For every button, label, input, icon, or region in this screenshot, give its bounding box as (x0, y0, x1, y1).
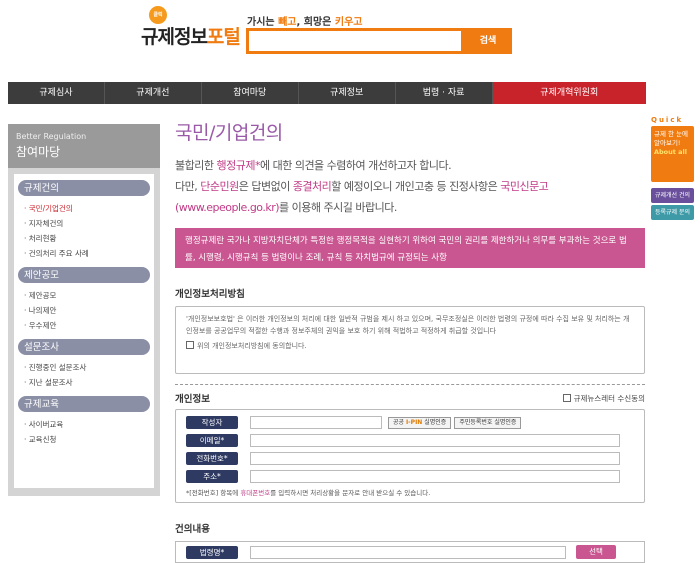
phone-note: *[전화번호] 항목에 휴대폰번호를 입력하시면 처리상황을 문자로 안내 받으… (186, 489, 431, 497)
privacy-agree[interactable]: 위의 개인정보처리방침에 동의합니다. (186, 340, 634, 352)
sidebar-item-local-suggestion[interactable]: · 지자체건의 (24, 216, 150, 231)
phone-label: 전화번호* (186, 452, 238, 465)
nav-item-laws[interactable]: 법령 · 자료 (395, 82, 493, 104)
sidebar-item-best-proposal[interactable]: · 우수제안 (24, 318, 150, 333)
address-label: 주소* (186, 470, 238, 483)
sidebar-item-cyber-education[interactable]: · 사이버교육 (24, 417, 150, 432)
sidebar: Better Regulation 참여마당 규제건의 · 국민/기업건의 · … (8, 124, 160, 496)
main-content: 국민/기업건의 불합리한 행정규제*에 대한 의견을 수렴하여 개선하고자 합니… (175, 118, 645, 563)
sidebar-item-current-survey[interactable]: · 진행중인 설문조사 (24, 360, 150, 375)
personal-info-title: 개인정보 (175, 394, 210, 405)
sidebar-title-en: Better Regulation (16, 132, 87, 141)
email-field[interactable] (250, 434, 620, 447)
newsletter-checkbox[interactable] (562, 393, 571, 402)
sidebar-item-my-proposal[interactable]: · 나의제안 (24, 303, 150, 318)
slogan: 가시는 빼고, 희망은 키우고 (247, 17, 363, 28)
epeople-url[interactable]: (www.epeople.go.kr) (175, 201, 280, 214)
address-field[interactable] (250, 470, 620, 483)
law-label: 법령명* (186, 545, 238, 559)
rrn-verify-button[interactable]: 주민등록번호 실명인증 (454, 416, 522, 429)
select-button[interactable]: 선택 (576, 545, 616, 559)
intro-text: 불합리한 행정규제*에 대한 의견을 수렴하여 개선하고자 합니다. 다만, 단… (175, 159, 549, 214)
logo-text: 규제정보포털 (141, 26, 241, 48)
quick-menu: Quick 규제 한 눈에 알아보기! About all 규제개선 건의 등록… (651, 116, 694, 220)
sidebar-section-proposal[interactable]: 제안공모 (18, 267, 150, 283)
quick-improvement-suggestion[interactable]: 규제개선 건의 (651, 188, 694, 203)
nav-item-participate[interactable]: 참여마당 (201, 82, 299, 104)
sidebar-item-education-apply[interactable]: · 교육신청 (24, 432, 150, 447)
nav-item-info[interactable]: 규제정보 (298, 82, 396, 104)
email-label: 이메일* (186, 434, 238, 447)
privacy-text: '개인정보보호법' 은 이러한 개인정보의 처리에 대한 일반적 규범을 제시 … (186, 315, 630, 335)
regulation-definition-notice: 행정규제란 국가나 지방자치단체가 특정한 행정목적을 실현하기 위하여 국민의… (175, 228, 645, 268)
personal-info-form: 작성자 공공 I-PIN 실명인증 주민등록번호 실명인증 이메일* 전화번호*… (175, 409, 645, 503)
sidebar-item-citizen-suggestion[interactable]: · 국민/기업건의 (24, 201, 150, 216)
author-label: 작성자 (186, 416, 238, 429)
page-title: 국민/기업건의 (175, 122, 283, 144)
nav-item-committee[interactable]: 규제개혁위원회 (492, 82, 646, 104)
privacy-agree-checkbox[interactable] (186, 341, 194, 349)
nav-item-review[interactable]: 규제심사 (8, 82, 105, 104)
content-title: 건의내용 (175, 524, 210, 535)
main-nav: 규제심사 규제개선 참여마당 규제정보 법령 · 자료 규제개혁위원회 (8, 82, 646, 104)
ipin-verify-button[interactable]: 공공 I-PIN 실명인증 (388, 416, 452, 429)
sidebar-section-survey[interactable]: 설문조사 (18, 339, 150, 355)
sidebar-item-status[interactable]: · 처리현황 (24, 231, 150, 246)
quick-about-all[interactable]: 규제 한 눈에 알아보기! About all (651, 126, 694, 182)
sidebar-item-cases[interactable]: · 건의처리 주요 사례 (24, 246, 150, 261)
nav-item-improve[interactable]: 규제개선 (104, 82, 202, 104)
sidebar-section-education[interactable]: 규제교육 (18, 396, 150, 412)
sidebar-header: Better Regulation 참여마당 (8, 124, 160, 168)
privacy-policy-box: '개인정보보호법' 은 이러한 개인정보의 처리에 대한 일반적 규범을 제시 … (175, 306, 645, 374)
privacy-title: 개인정보처리방침 (175, 289, 245, 300)
search-button[interactable]: 검색 (464, 28, 512, 54)
sidebar-section-suggestion[interactable]: 규제건의 (18, 180, 150, 196)
sidebar-item-proposal[interactable]: · 제안공모 (24, 288, 150, 303)
quick-label: Quick (651, 116, 684, 124)
sidebar-item-past-survey[interactable]: · 지난 설문조사 (24, 375, 150, 390)
epeople-link[interactable]: 국민신문고 (500, 180, 549, 193)
site-logo[interactable]: 클릭 규제정보포털 (141, 6, 241, 58)
phone-field[interactable] (250, 452, 620, 465)
newsletter-consent[interactable]: 규제뉴스레터 수신동의 (562, 393, 645, 404)
author-field[interactable] (250, 416, 382, 429)
divider (175, 384, 645, 385)
sidebar-menu: 규제건의 · 국민/기업건의 · 지자체건의 · 처리현황 · 건의처리 주요 … (14, 174, 154, 488)
sidebar-title: 참여마당 (16, 145, 61, 159)
quick-registered-regulation-inquiry[interactable]: 등록규제 문의 (651, 205, 694, 220)
search-input[interactable] (246, 28, 464, 54)
law-field[interactable] (250, 545, 566, 559)
